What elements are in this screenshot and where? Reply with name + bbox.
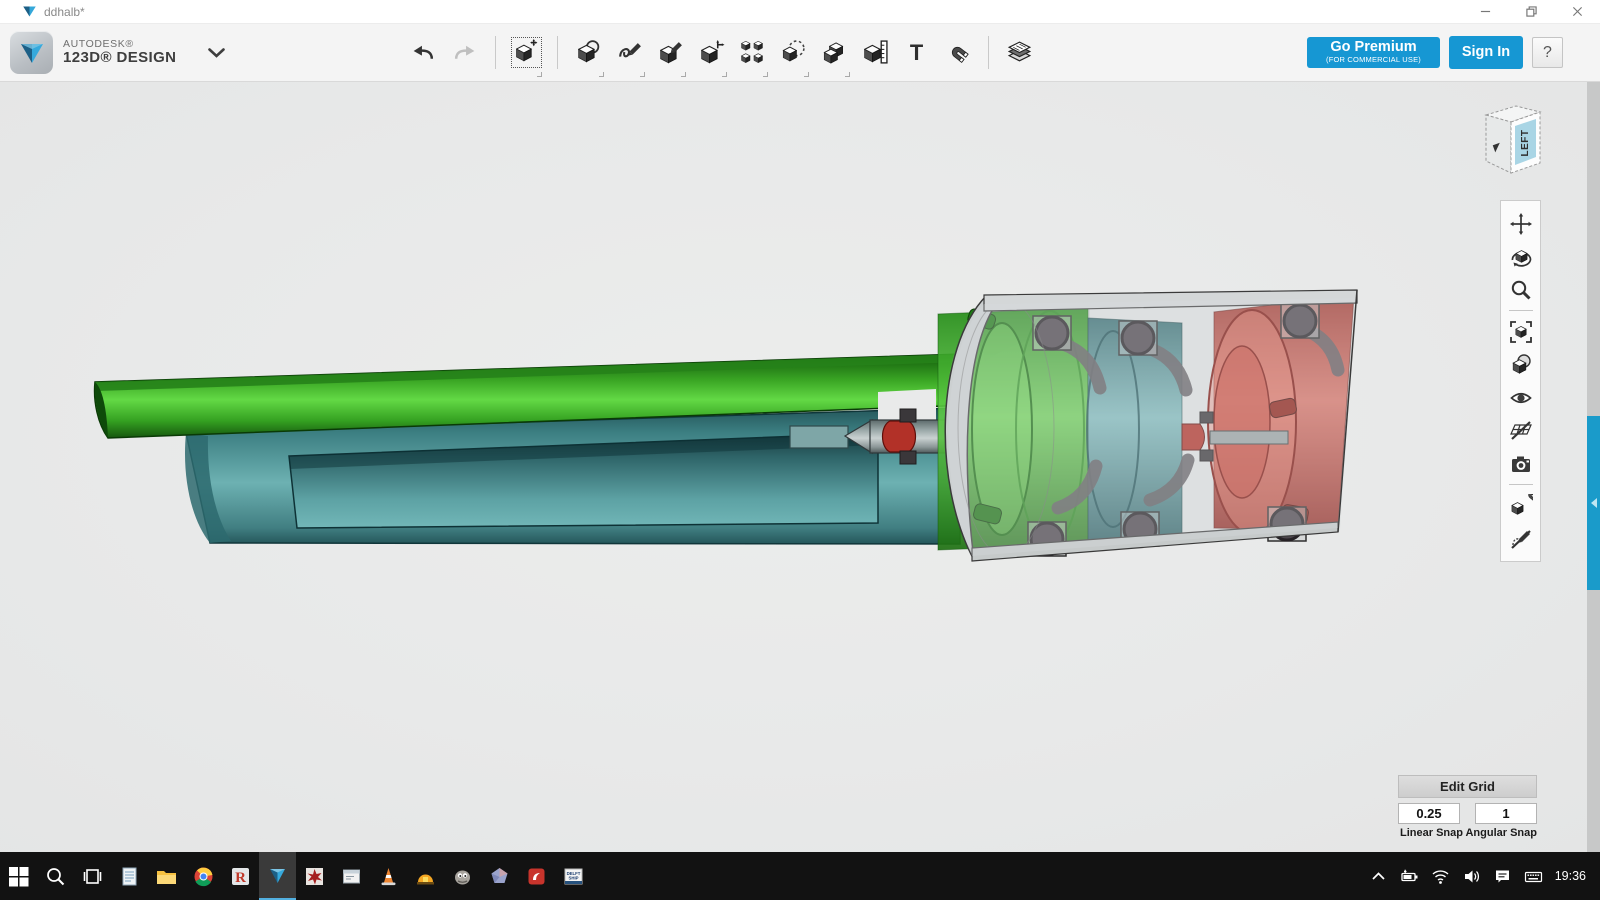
snap-button[interactable] — [937, 28, 978, 78]
main-menu-chevron-icon[interactable] — [208, 48, 225, 58]
title-bar: ddhalb* — [0, 0, 1600, 24]
app-window: ddhalb* AUTODESK® — [0, 0, 1600, 900]
start-button[interactable] — [0, 852, 37, 900]
expand-arrow-icon — [1591, 498, 1597, 508]
navigation-toolbar — [1500, 200, 1541, 562]
search-icon[interactable] — [37, 852, 74, 900]
wifi-icon[interactable] — [1425, 852, 1456, 900]
meshlab-app-icon[interactable] — [481, 852, 518, 900]
toolbar-separator — [988, 36, 989, 69]
minimize-button[interactable] — [1462, 0, 1508, 23]
paint-splat-app-icon[interactable] — [296, 852, 333, 900]
material-button[interactable] — [999, 28, 1040, 78]
edit-grid-panel: Edit Grid Linear Snap Angular Snap — [1398, 775, 1537, 839]
grid-toggle-icon[interactable] — [1506, 414, 1536, 447]
taskbar-clock[interactable]: 19:36 — [1549, 852, 1600, 900]
redo-button[interactable] — [444, 28, 485, 78]
linear-snap-input[interactable] — [1398, 803, 1460, 824]
angular-snap-label: Angular Snap — [1465, 827, 1537, 839]
undo-button[interactable] — [403, 28, 444, 78]
task-view-button[interactable] — [74, 852, 111, 900]
toolbar-separator — [557, 36, 558, 69]
close-button[interactable] — [1554, 0, 1600, 23]
snap-toggle-icon[interactable] — [1506, 489, 1536, 522]
viewport[interactable]: ◣ LEFT — [0, 82, 1600, 852]
volume-icon[interactable] — [1456, 852, 1487, 900]
panel-expand-tab[interactable] — [1587, 416, 1600, 590]
chrome-app-icon[interactable] — [185, 852, 222, 900]
sign-in-button[interactable]: Sign In — [1449, 36, 1523, 69]
delftship-app-icon[interactable]: DELFTSHIP — [555, 852, 592, 900]
123d-design-app-icon[interactable] — [259, 852, 296, 900]
view-cube-face-label[interactable]: LEFT — [1505, 128, 1545, 158]
brand-text: AUTODESK® 123D® DESIGN — [63, 39, 176, 66]
file-explorer-icon[interactable] — [148, 852, 185, 900]
linear-snap-label: Linear Snap — [1400, 827, 1463, 839]
tray-expand-icon[interactable] — [1363, 852, 1394, 900]
screenshot-camera-icon[interactable] — [1506, 447, 1536, 480]
visibility-eye-icon[interactable] — [1506, 381, 1536, 414]
r-app-icon[interactable]: R — [222, 852, 259, 900]
notepad-app-icon[interactable] — [111, 852, 148, 900]
app-menu[interactable]: AUTODESK® 123D® DESIGN — [10, 31, 225, 74]
construct-button[interactable] — [650, 28, 691, 78]
grouping-button[interactable] — [773, 28, 814, 78]
sketch-button[interactable] — [609, 28, 650, 78]
pattern-button[interactable] — [732, 28, 773, 78]
help-button[interactable]: ? — [1532, 37, 1563, 68]
123d-logo-icon — [10, 31, 53, 74]
transform-move-button[interactable] — [506, 28, 547, 78]
measure-button[interactable] — [855, 28, 896, 78]
modify-button[interactable] — [691, 28, 732, 78]
main-toolbar: AUTODESK® 123D® DESIGN — [0, 24, 1600, 82]
text-button[interactable]: T — [896, 28, 937, 78]
restore-button[interactable] — [1508, 0, 1554, 23]
notifications-icon[interactable] — [1487, 852, 1518, 900]
sketch-visibility-icon[interactable] — [1506, 522, 1536, 555]
modeler-orange-app-icon[interactable] — [407, 852, 444, 900]
toolbar-separator — [1509, 484, 1533, 485]
console-window-app-icon[interactable] — [333, 852, 370, 900]
battery-icon[interactable] — [1394, 852, 1425, 900]
tool-icons-row: T — [403, 28, 1040, 78]
angular-snap-input[interactable] — [1475, 803, 1537, 824]
svg-text:R: R — [235, 870, 246, 886]
view-cube[interactable]: ◣ LEFT — [1474, 99, 1550, 183]
3d-model-cylinder-assembly[interactable] — [0, 82, 1600, 852]
zoom-icon[interactable] — [1506, 273, 1536, 306]
combine-button[interactable] — [814, 28, 855, 78]
document-title: ddhalb* — [44, 5, 85, 19]
edit-grid-button[interactable]: Edit Grid — [1398, 775, 1537, 798]
toolbar-separator — [495, 36, 496, 69]
orbit-icon[interactable] — [1506, 240, 1536, 273]
fit-view-icon[interactable] — [1506, 315, 1536, 348]
primitives-button[interactable] — [568, 28, 609, 78]
toolbar-separator — [1509, 310, 1533, 311]
svg-text:T: T — [910, 40, 924, 65]
cad-red-app-icon[interactable] — [518, 852, 555, 900]
go-premium-button[interactable]: Go Premium (FOR COMMERCIAL USE) — [1307, 37, 1440, 69]
app-logo-icon — [22, 5, 37, 18]
windows-taskbar: R DELFTSHIP — [0, 852, 1600, 900]
gimp-app-icon[interactable] — [444, 852, 481, 900]
shaded-view-icon[interactable] — [1506, 348, 1536, 381]
touch-keyboard-icon[interactable] — [1518, 852, 1549, 900]
pan-icon[interactable] — [1506, 207, 1536, 240]
vlc-app-icon[interactable] — [370, 852, 407, 900]
svg-text:SHIP: SHIP — [568, 875, 578, 880]
